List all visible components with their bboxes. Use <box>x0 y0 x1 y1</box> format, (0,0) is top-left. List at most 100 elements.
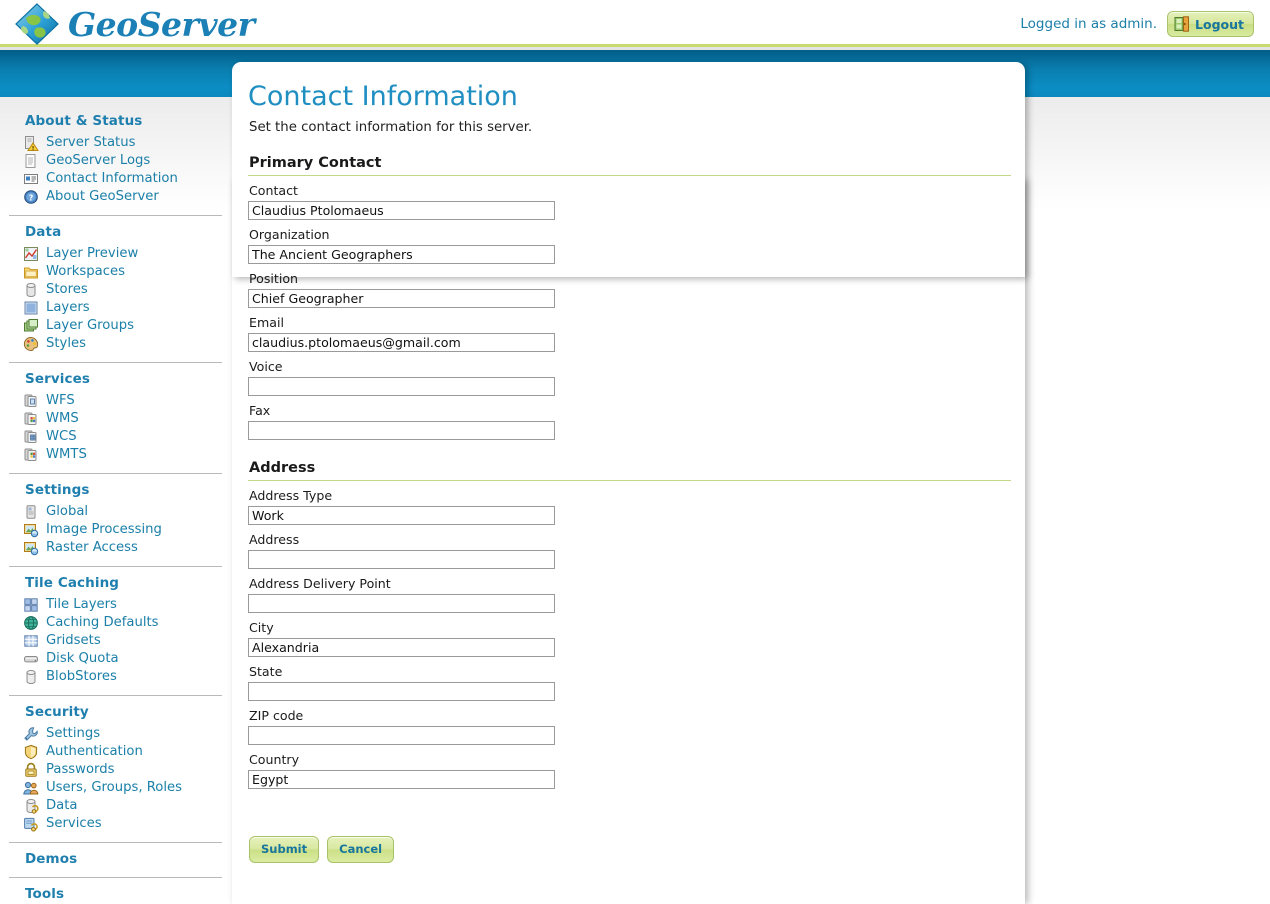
wcs-icon <box>24 430 37 443</box>
sidebar-divider <box>9 877 222 878</box>
sidebar-item-global[interactable]: Global <box>16 503 222 521</box>
field-label: Country <box>249 752 300 767</box>
sidebar-item-wms[interactable]: WMS <box>16 410 222 428</box>
wfs-icon <box>24 394 37 407</box>
sidebar-item-image-processing[interactable]: Image Processing <box>16 521 222 539</box>
sidebar-item-wcs[interactable]: WCS <box>16 428 222 446</box>
sidebar-item-label: Authentication <box>46 744 143 759</box>
city-input[interactable] <box>248 638 555 657</box>
sidebar-item-tile-layers[interactable]: Tile Layers <box>16 596 222 614</box>
wmts-icon <box>24 448 37 461</box>
form-section-heading: Primary Contact <box>249 155 382 171</box>
sidebar-item-raster-access[interactable]: Raster Access <box>16 539 222 557</box>
voice-input[interactable] <box>248 377 555 396</box>
door-exit-icon <box>1174 16 1190 32</box>
sidebar-divider <box>9 215 222 216</box>
tile-layers-icon <box>24 598 38 612</box>
sidebar-item-settings[interactable]: Settings <box>16 725 222 743</box>
submit-button[interactable]: Submit <box>249 836 320 863</box>
country-input[interactable] <box>248 770 555 789</box>
sidebar-section-tile-caching: Tile Caching Tile Layers Caching Defaults G… <box>0 575 230 686</box>
brand-name: GeoServer <box>68 4 255 44</box>
sidebar-item-workspaces[interactable]: Workspaces <box>16 263 222 281</box>
sidebar-item-label: Workspaces <box>46 264 125 279</box>
form-field: Address Type <box>248 488 1009 525</box>
form-field: Organization <box>248 227 1009 264</box>
section-divider <box>248 175 1011 176</box>
form-actions: Submit Cancel <box>249 836 1009 863</box>
globe-icon <box>15 3 59 45</box>
address-delivery-point-input[interactable] <box>248 594 555 613</box>
sidebar-item-layer-preview[interactable]: Layer Preview <box>16 245 222 263</box>
form-section-heading: Address <box>249 460 316 476</box>
sidebar-section-title: Tile Caching <box>25 575 120 591</box>
email-input[interactable] <box>248 333 555 352</box>
shield-icon <box>24 744 38 760</box>
form-field: State <box>248 664 1009 701</box>
sidebar-item-caching-defaults[interactable]: Caching Defaults <box>16 614 222 632</box>
sidebar-item-services[interactable]: Services <box>16 815 222 833</box>
sidebar-item-disk-quota[interactable]: Disk Quota <box>16 650 222 668</box>
field-label: Address Delivery Point <box>249 576 391 591</box>
form-field: Country <box>248 752 1009 789</box>
sidebar-item-label: Caching Defaults <box>46 615 159 630</box>
sidebar-section-services: Services WFS WMS WCS WMTS <box>0 371 230 464</box>
sidebar-item-passwords[interactable]: Passwords <box>16 761 222 779</box>
address-input[interactable] <box>248 550 555 569</box>
state-input[interactable] <box>248 682 555 701</box>
sidebar-item-stores[interactable]: Stores <box>16 281 222 299</box>
sidebar-item-label: Styles <box>46 336 86 351</box>
sidebar-item-styles[interactable]: Styles <box>16 335 222 353</box>
organization-input[interactable] <box>248 245 555 264</box>
sidebar-item-label: Settings <box>46 726 101 741</box>
users-icon <box>23 781 39 795</box>
logout-label: Logout <box>1195 16 1244 32</box>
sidebar-item-label: Global <box>46 504 89 519</box>
sidebar-item-label: Stores <box>46 282 88 297</box>
sidebar-item-server-status[interactable]: Server Status <box>16 134 222 152</box>
sidebar-divider <box>9 473 222 474</box>
sidebar-item-wmts[interactable]: WMTS <box>16 446 222 464</box>
cancel-button[interactable]: Cancel <box>327 836 395 863</box>
sidebar-item-contact-information[interactable]: Contact Information <box>16 170 222 188</box>
zip-code-input[interactable] <box>248 726 555 745</box>
sidebar-item-layer-groups[interactable]: Layer Groups <box>16 317 222 335</box>
page-header: GeoServer Logged in as admin. Logout <box>0 0 1270 47</box>
field-label: ZIP code <box>249 708 304 723</box>
brand-logo[interactable]: GeoServer <box>14 2 255 46</box>
sidebar-item-label: Services <box>46 816 102 831</box>
address-type-input[interactable] <box>248 506 555 525</box>
sidebar-item-layers[interactable]: Layers <box>16 299 222 317</box>
blobstores-icon <box>26 670 36 684</box>
sidebar-section-title: Services <box>25 371 90 387</box>
sidebar-item-label: GeoServer Logs <box>46 153 151 168</box>
contact-input[interactable] <box>248 201 555 220</box>
sidebar-item-data[interactable]: Data <box>16 797 222 815</box>
lock-icon <box>25 762 37 777</box>
field-label: Position <box>249 271 299 286</box>
sidebar-item-label: Gridsets <box>46 633 101 648</box>
sidebar-item-geoserver-logs[interactable]: GeoServer Logs <box>16 152 222 170</box>
sidebar-item-users-groups-roles[interactable]: Users, Groups, Roles <box>16 779 222 797</box>
field-label: Fax <box>249 403 271 418</box>
sidebar: About & Status Server Status GeoServer Log… <box>0 97 230 904</box>
sidebar-item-label: Users, Groups, Roles <box>46 780 183 795</box>
sidebar-item-authentication[interactable]: Authentication <box>16 743 222 761</box>
sidebar-item-wfs[interactable]: WFS <box>16 392 222 410</box>
contact-information-form: Primary Contact Contact Organization Positi… <box>248 155 1011 863</box>
field-label: State <box>249 664 283 679</box>
sidebar-item-about-geoserver[interactable]: ? About GeoServer <box>16 188 222 206</box>
fax-input[interactable] <box>248 421 555 440</box>
sidebar-section-title: Settings <box>25 482 90 498</box>
sidebar-item-label: Passwords <box>46 762 115 777</box>
sidebar-item-gridsets[interactable]: Gridsets <box>16 632 222 650</box>
sidebar-item-label: Layers <box>46 300 90 315</box>
logged-in-label: Logged in as admin. <box>1020 16 1158 32</box>
sidebar-item-blobstores[interactable]: BlobStores <box>16 668 222 686</box>
contact-card-icon <box>24 174 38 184</box>
logout-button[interactable]: Logout <box>1167 11 1254 37</box>
sidebar-section-title: Demos <box>25 851 78 867</box>
position-input[interactable] <box>248 289 555 308</box>
sidebar-item-label: WMTS <box>46 447 87 462</box>
sidebar-section-about-status: About & Status Server Status GeoServer Log… <box>0 113 230 206</box>
